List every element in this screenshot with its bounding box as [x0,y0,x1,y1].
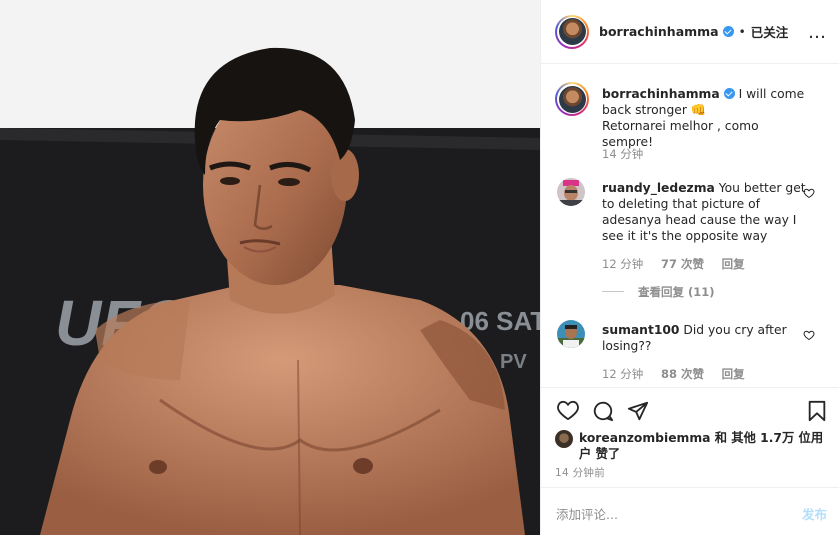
share-send-icon[interactable] [627,400,649,422]
comment-time[interactable]: 12 分钟 [602,367,643,381]
comment-reply-button[interactable]: 回复 [722,367,745,381]
add-comment-input[interactable]: 添加评论... [556,504,618,523]
more-options-icon[interactable]: … [808,22,827,43]
instagram-post-view: UFC 06 SAT PV [0,0,839,535]
comment-likes[interactable]: 77 次赞 [661,257,704,271]
caption-time[interactable]: 14 分钟 [602,147,643,161]
post-header: borrachinhamma • 已关注 … [541,0,839,64]
comment-reply-button[interactable]: 回复 [722,257,745,271]
author-username[interactable]: borrachinhamma [599,24,719,39]
fighter-photo: UFC 06 SAT PV [0,0,540,535]
commenter-avatar[interactable] [557,178,585,206]
liked-by-text: koreanzombiemma 和 其他 1.7万 位用户 赞了 [579,430,829,462]
comment-meta: 12 分钟 77 次赞 回复 [602,256,759,272]
liker-avatar[interactable] [555,430,573,448]
caption-username[interactable]: borrachinhamma [602,87,720,101]
separator-dot: • [738,24,746,39]
banner-ppv-text: PV [500,351,527,373]
fist-emoji-icon: 👊 [690,103,707,117]
like-heart-icon[interactable] [557,400,579,420]
caption-avatar[interactable] [555,82,589,116]
post-photo[interactable]: UFC 06 SAT PV [0,0,540,535]
like-comment-heart-icon[interactable] [803,187,815,199]
post-timestamp[interactable]: 14 分钟前 [555,465,605,480]
comment-username[interactable]: sumant100 [602,323,680,337]
comment-time[interactable]: 12 分钟 [602,257,643,271]
comment-meta: 12 分钟 88 次赞 回复 [602,366,759,382]
following-button[interactable]: 已关注 [751,22,789,41]
comment-bubble-icon[interactable] [592,400,614,422]
comments-list[interactable]: borrachinhamma I will come back stronger… [541,64,839,386]
post-comment-button[interactable]: 发布 [802,504,827,523]
banner-date-text: 06 SAT [460,306,540,336]
post-side-panel: borrachinhamma • 已关注 … borrachinhamma I … [540,0,839,535]
commenter-avatar-image [557,178,585,206]
comment-likes[interactable]: 88 次赞 [661,367,704,381]
caption-meta: 14 分钟 [602,146,657,162]
author-avatar[interactable] [555,14,589,49]
save-bookmark-icon[interactable] [807,400,827,422]
caption-line2: Retornarei melhor , como sempre! [602,119,759,149]
commenter-avatar-image [557,320,585,348]
verified-badge-icon [722,26,734,37]
caption-text: borrachinhamma I will come back stronger… [602,86,807,150]
liker-username[interactable]: koreanzombiemma [579,431,710,445]
like-comment-heart-icon[interactable] [803,329,815,341]
commenter-avatar[interactable] [557,320,585,348]
view-replies[interactable]: 查看回复 (11) [602,284,715,300]
view-replies-line [602,291,624,292]
comment-text: sumant100 Did you cry after losing?? [602,322,807,354]
post-actions-bar [541,387,839,432]
comment-text: ruandy_ledezma You better get to deletin… [602,180,807,244]
caption-verified-icon [723,88,735,99]
view-replies-label[interactable]: 查看回复 (11) [638,285,715,299]
comment-username[interactable]: ruandy_ledezma [602,181,715,195]
add-comment-bar: 添加评论... 发布 [541,487,839,536]
